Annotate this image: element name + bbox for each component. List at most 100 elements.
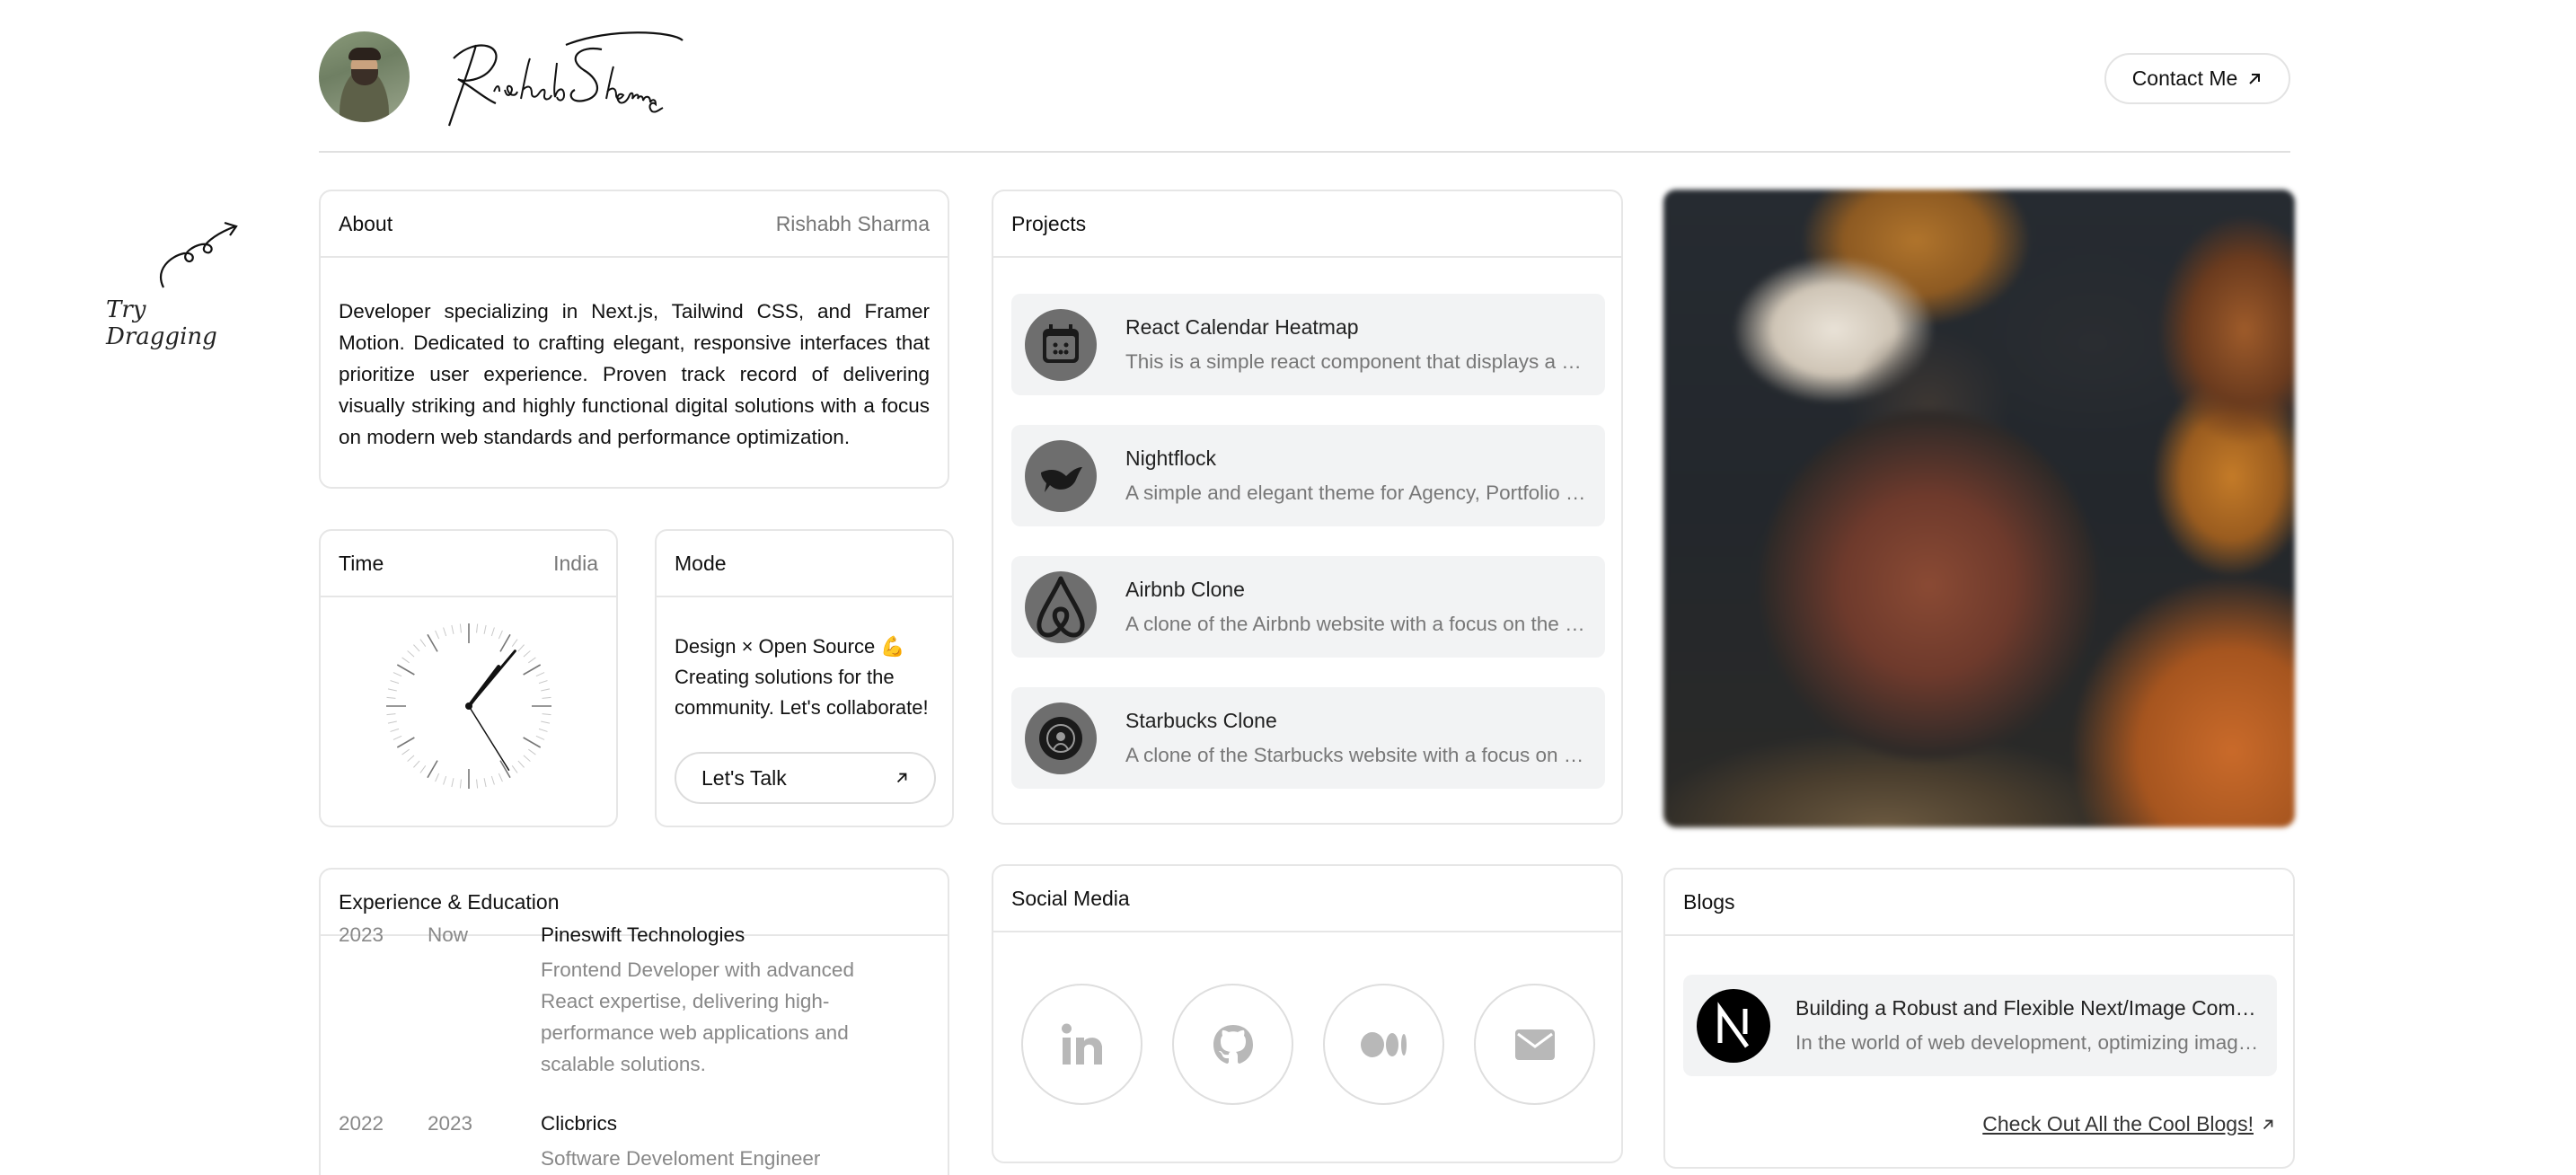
- contact-me-button[interactable]: Contact Me: [2104, 53, 2290, 104]
- clock-tick: [538, 680, 548, 685]
- clock-tick: [443, 775, 447, 785]
- about-card[interactable]: About Rishabh Sharma Developer specializ…: [319, 190, 949, 489]
- mode-title: Mode: [675, 551, 727, 575]
- clock-tick: [419, 639, 427, 647]
- pumpkins-photo: [1663, 190, 2295, 827]
- project-item[interactable]: Nightflock A simple and elegant theme fo…: [1011, 425, 1605, 526]
- contact-me-label: Contact Me: [2131, 66, 2238, 90]
- clock-tick: [459, 623, 462, 633]
- project-title: Starbucks Clone: [1125, 709, 1277, 732]
- clock-tick: [387, 688, 397, 692]
- clock-tick: [386, 696, 396, 699]
- social-card-header: Social Media: [993, 866, 1621, 932]
- project-item[interactable]: Starbucks Clone A clone of the Starbucks…: [1011, 687, 1605, 789]
- clock-tick: [476, 623, 479, 633]
- medium-icon: [1360, 1031, 1407, 1057]
- clock-tick: [435, 773, 440, 782]
- blog-description: In the world of web development, optimiz…: [1795, 1031, 2263, 1054]
- clock-tick: [490, 627, 495, 637]
- mode-card-header: Mode: [657, 531, 952, 597]
- clock-tick: [459, 779, 462, 789]
- experience-company: Pineswift Technologies: [541, 923, 745, 946]
- project-description: A clone of the Airbnb website with a foc…: [1125, 613, 1588, 635]
- project-description: A simple and elegant theme for Agency, P…: [1125, 481, 1588, 504]
- medium-button[interactable]: [1323, 984, 1444, 1105]
- blog-item[interactable]: Building a Robust and Flexible Next/Imag…: [1683, 975, 2277, 1076]
- clock-tick: [427, 633, 438, 652]
- clock-tick: [498, 773, 503, 782]
- clock-tick: [542, 696, 551, 699]
- clock-tick: [413, 644, 420, 652]
- clock-center: [465, 702, 472, 710]
- experience-to: 2023: [428, 1112, 473, 1135]
- blogs-title: Blogs: [1683, 889, 1735, 914]
- clock-tick: [443, 627, 447, 637]
- social-media-card[interactable]: Social Media: [992, 864, 1623, 1163]
- experience-card[interactable]: Experience & Education 2023 Now Pineswif…: [319, 868, 949, 1175]
- clock-tick: [396, 737, 415, 748]
- arrow-up-right-icon: [2263, 1119, 2273, 1129]
- clock-tick: [427, 760, 438, 779]
- about-card-header: About Rishabh Sharma: [321, 191, 948, 258]
- experience-title: Experience & Education: [339, 889, 560, 914]
- clock-tick: [401, 657, 410, 664]
- blog-title: Building a Robust and Flexible Next/Imag…: [1795, 996, 2263, 1020]
- blogs-card-header: Blogs: [1665, 870, 2293, 936]
- clock-tick: [528, 748, 536, 755]
- bird-icon: [1025, 439, 1097, 512]
- mail-button[interactable]: [1474, 984, 1595, 1105]
- linkedin-icon: [1061, 1023, 1102, 1065]
- time-subtitle: India: [553, 551, 598, 575]
- all-blogs-link[interactable]: Check Out All the Cool Blogs!: [1982, 1112, 2275, 1136]
- clock-tick: [511, 765, 518, 773]
- lets-talk-button[interactable]: Let's Talk: [675, 752, 936, 804]
- social-title: Social Media: [1011, 886, 1130, 910]
- starbucks-icon: [1025, 702, 1097, 774]
- blogs-card[interactable]: Blogs Building a Robust and Flexible Nex…: [1663, 868, 2295, 1169]
- clock-tick: [542, 713, 551, 716]
- project-title: Nightflock: [1125, 446, 1216, 470]
- experience-from: 2023: [339, 923, 384, 946]
- clock-second-hand: [468, 705, 510, 771]
- clock-tick: [390, 680, 400, 685]
- projects-title: Projects: [1011, 211, 1087, 235]
- projects-card-header: Projects: [993, 191, 1621, 258]
- try-dragging-hint: Try Dragging: [106, 296, 217, 350]
- clock-tick: [451, 624, 454, 634]
- mail-icon: [1514, 1029, 1555, 1060]
- project-item[interactable]: Airbnb Clone A clone of the Airbnb websi…: [1011, 556, 1605, 658]
- airbnb-icon: [1025, 570, 1097, 643]
- about-subtitle: Rishabh Sharma: [775, 211, 930, 235]
- clock-tick: [483, 778, 487, 788]
- about-text: Developer specializing in Next.js, Tailw…: [339, 300, 930, 448]
- github-button[interactable]: [1172, 984, 1293, 1105]
- clock-tick: [517, 644, 525, 652]
- calendar-icon: [1025, 308, 1097, 381]
- arrow-up-right-icon: [896, 773, 907, 783]
- clock-tick: [476, 779, 479, 789]
- arrow-up-right-icon: [2249, 73, 2261, 84]
- clock-tick: [535, 672, 545, 677]
- clock-tick: [535, 735, 545, 740]
- lets-talk-label: Let's Talk: [701, 765, 787, 790]
- about-title: About: [339, 211, 393, 235]
- projects-card[interactable]: Projects React Calendar Heatmap This is …: [992, 190, 1623, 825]
- time-card-header: Time India: [321, 531, 616, 597]
- github-icon: [1213, 1024, 1253, 1064]
- experience-from: 2022: [339, 1112, 384, 1135]
- clock-tick: [396, 664, 415, 676]
- avatar: [319, 31, 410, 122]
- clock-tick: [401, 748, 410, 755]
- clock-tick: [413, 760, 420, 768]
- project-item[interactable]: React Calendar Heatmap This is a simple …: [1011, 294, 1605, 395]
- linkedin-button[interactable]: [1021, 984, 1142, 1105]
- clock-tick: [541, 720, 551, 724]
- time-card[interactable]: Time India: [319, 529, 618, 827]
- mode-text: Design × Open Source 💪 Creating solution…: [675, 635, 929, 719]
- clock-tick: [387, 720, 397, 724]
- clock-tick: [523, 755, 531, 762]
- clock-tick: [419, 765, 427, 773]
- name-signature-logo: [447, 31, 684, 127]
- clock-tick: [528, 657, 536, 664]
- mode-card[interactable]: Mode Design × Open Source 💪 Creating sol…: [655, 529, 954, 827]
